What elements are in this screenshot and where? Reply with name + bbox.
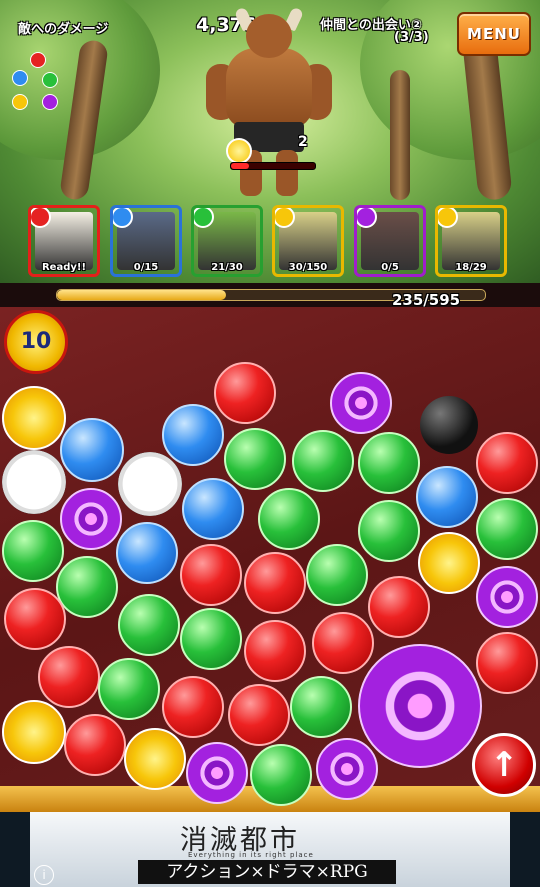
light-element-icon: [12, 94, 28, 110]
skill-charge-text: 30/150: [288, 262, 328, 273]
stage-progress: (3/3): [394, 30, 429, 45]
dark-orb[interactable]: [476, 566, 538, 628]
combo-counter-badge: 10: [4, 310, 68, 374]
wood-orb[interactable]: [290, 676, 352, 738]
wood-orb[interactable]: [56, 556, 118, 618]
dark-orb[interactable]: [60, 488, 122, 550]
wood-element-icon: [194, 208, 214, 228]
wood-orb[interactable]: [118, 594, 180, 656]
skill-charge-text: 21/30: [211, 262, 243, 273]
wood-orb[interactable]: [292, 430, 354, 492]
ad-tagline: アクション×ドラマ×RPG: [138, 860, 396, 884]
light-element-icon: [438, 208, 458, 228]
wood-element-icon: [42, 72, 58, 88]
enemy-light-attribute-icon: [226, 138, 252, 164]
fire-orb[interactable]: [180, 544, 242, 606]
wood-orb[interactable]: [258, 488, 320, 550]
light-orb[interactable]: [2, 700, 66, 764]
skill-charge-text: 18/29: [455, 262, 487, 273]
party-member-5[interactable]: 0/5: [354, 205, 426, 277]
dark-element-icon: [357, 208, 377, 228]
dark-orb[interactable]: [358, 644, 482, 768]
dark-orb[interactable]: [186, 742, 248, 804]
wood-orb[interactable]: [250, 744, 312, 806]
party-member-1[interactable]: Ready!!: [28, 205, 100, 277]
dark-orb[interactable]: [316, 738, 378, 800]
water-orb[interactable]: [416, 466, 478, 528]
light-orb[interactable]: [2, 386, 66, 450]
fire-orb[interactable]: [228, 684, 290, 746]
fire-element-icon: [30, 52, 46, 68]
fire-orb[interactable]: [368, 576, 430, 638]
party-member-4[interactable]: 30/150: [272, 205, 344, 277]
clock-orb-icon[interactable]: [2, 450, 66, 514]
bomb-icon[interactable]: [420, 396, 478, 454]
ad-subtitle: Everything in its right place: [188, 851, 314, 859]
game-screen: 敵へのダメージ 4,376 仲間との出会い② (3/3) MENU 2 Read…: [0, 0, 540, 887]
skill-charge-text: Ready!!: [41, 262, 87, 273]
fire-orb[interactable]: [4, 588, 66, 650]
light-orb[interactable]: [124, 728, 186, 790]
wood-orb[interactable]: [180, 608, 242, 670]
party-member-6[interactable]: 18/29: [435, 205, 507, 277]
fire-orb[interactable]: [312, 612, 374, 674]
dark-element-icon: [42, 94, 58, 110]
fire-orb[interactable]: [244, 620, 306, 682]
fire-orb[interactable]: [476, 432, 538, 494]
water-orb[interactable]: [60, 418, 124, 482]
clock-orb-icon[interactable]: [118, 452, 182, 516]
skill-charge-text: 0/15: [133, 262, 159, 273]
dark-orb[interactable]: [330, 372, 392, 434]
skill-charge-text: 0/5: [381, 262, 399, 273]
party-member-2[interactable]: 0/15: [110, 205, 182, 277]
light-orb[interactable]: [418, 532, 480, 594]
menu-button[interactable]: MENU: [457, 12, 531, 56]
fire-orb[interactable]: [214, 362, 276, 424]
wood-orb[interactable]: [2, 520, 64, 582]
fire-orb[interactable]: [162, 676, 224, 738]
enemy-turn-counter: 2: [298, 134, 308, 150]
wood-orb[interactable]: [306, 544, 368, 606]
wood-orb[interactable]: [98, 658, 160, 720]
fire-orb[interactable]: [38, 646, 100, 708]
water-orb[interactable]: [182, 478, 244, 540]
water-element-icon: [12, 70, 28, 86]
battle-scene: 敵へのダメージ 4,376 仲間との出会い② (3/3) MENU 2 Read…: [0, 0, 540, 285]
fire-orb[interactable]: [64, 714, 126, 776]
info-icon[interactable]: i: [34, 865, 54, 885]
water-element-icon: [113, 208, 133, 228]
water-orb[interactable]: [162, 404, 224, 466]
damage-label: 敵へのダメージ: [18, 22, 109, 37]
fire-element-icon: [31, 208, 51, 228]
light-element-icon: [275, 208, 295, 228]
enemy-hp-bar: [230, 162, 316, 170]
up-arrow-button[interactable]: ↑: [472, 733, 536, 797]
water-orb[interactable]: [116, 522, 178, 584]
wood-orb[interactable]: [476, 498, 538, 560]
fire-orb[interactable]: [244, 552, 306, 614]
fire-orb[interactable]: [476, 632, 538, 694]
tree-trunk: [390, 70, 410, 200]
wood-orb[interactable]: [224, 428, 286, 490]
wood-orb[interactable]: [358, 432, 420, 494]
party-member-3[interactable]: 21/30: [191, 205, 263, 277]
wood-orb[interactable]: [358, 500, 420, 562]
